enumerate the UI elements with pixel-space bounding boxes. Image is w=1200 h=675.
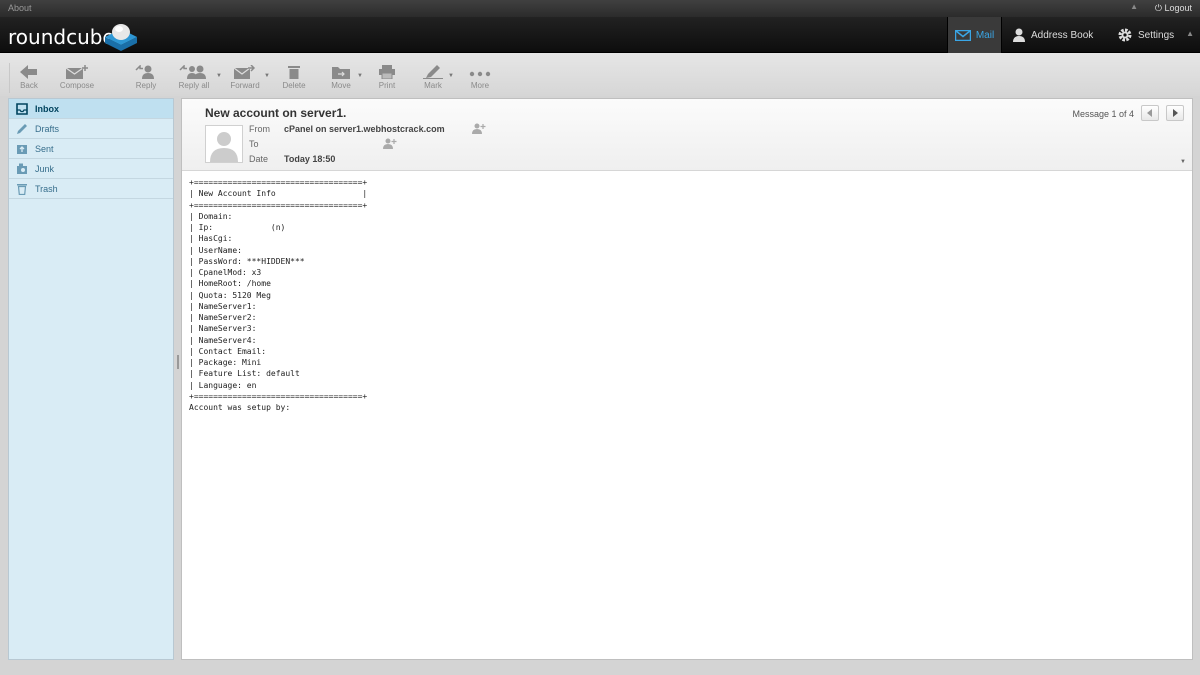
date-value: Today 18:50 (284, 154, 336, 164)
forward-label: Forward (230, 81, 260, 90)
move-dropdown-icon[interactable]: ▼ (357, 73, 363, 79)
add-contact-icon[interactable] (472, 123, 486, 134)
more-button[interactable]: More (468, 65, 492, 90)
reply-button[interactable]: Reply (132, 65, 160, 90)
avatar-placeholder-icon (210, 132, 238, 162)
reply-icon (135, 65, 154, 79)
message-counter: Message 1 of 4 (1072, 109, 1134, 119)
nav-address-book-label: Address Book (1031, 29, 1094, 41)
folder-sent[interactable]: Sent (9, 139, 173, 159)
compose-button[interactable]: Compose (56, 65, 98, 90)
reply-all-dropdown-icon[interactable]: ▼ (216, 73, 222, 79)
about-link[interactable]: About (8, 3, 32, 13)
reply-all-button[interactable]: Reply all ▼ (174, 65, 222, 90)
message-pane: New account on server1. From cPanel on s… (181, 98, 1193, 660)
more-dots-icon (469, 71, 491, 77)
envelope-icon (954, 29, 971, 41)
folder-junk[interactable]: Junk (9, 159, 173, 179)
folder-label: Sent (35, 143, 54, 154)
compose-icon (65, 65, 88, 79)
folder-label: Drafts (35, 123, 60, 134)
logout-label: Logout (1164, 3, 1192, 13)
trash-icon (288, 66, 300, 79)
folder-label: Inbox (35, 103, 59, 114)
pencil-icon (17, 124, 27, 134)
move-label: Move (331, 81, 351, 90)
folder-label: Junk (35, 163, 55, 174)
reply-all-icon (179, 65, 206, 79)
reply-all-label: Reply all (178, 81, 210, 90)
mark-pen-icon (423, 65, 443, 79)
mark-label: Mark (424, 81, 442, 90)
nav-settings-label: Settings (1138, 29, 1175, 41)
inbox-icon (16, 103, 28, 115)
forward-button[interactable]: Forward ▼ (228, 65, 270, 90)
nav-settings[interactable]: Settings (1117, 17, 1174, 53)
printer-icon (379, 65, 395, 79)
folder-list: Inbox Drafts Sent Junk Trash (8, 98, 174, 660)
forward-icon (233, 65, 256, 79)
gear-icon (1118, 28, 1132, 42)
back-button[interactable]: Back (15, 65, 43, 90)
compose-label: Compose (59, 81, 95, 90)
collapse-icon[interactable]: ▲ (1130, 2, 1138, 11)
sent-icon (17, 145, 27, 154)
chevron-down-icon[interactable]: ▼ (1180, 159, 1186, 165)
to-label: To (249, 139, 259, 149)
print-button[interactable]: Print (374, 65, 400, 90)
toolbar: Back Compose Reply Reply all ▼ Forward ▼… (0, 53, 1200, 96)
top-bar: About ▲ ⏻ Logout (0, 0, 1200, 17)
person-icon (1013, 28, 1025, 42)
junk-icon (17, 163, 27, 174)
nav-mail[interactable]: Mail (947, 17, 1002, 53)
folder-label: Trash (35, 183, 58, 194)
trash-icon (17, 184, 27, 195)
roundcube-logo-icon (105, 24, 137, 51)
back-arrow-icon (20, 65, 37, 79)
delete-button[interactable]: Delete (279, 65, 309, 90)
nav-address-book[interactable]: Address Book (1012, 17, 1093, 53)
folder-inbox[interactable]: Inbox (9, 99, 173, 119)
add-contact-icon[interactable] (383, 138, 397, 149)
mark-dropdown-icon[interactable]: ▼ (448, 73, 454, 79)
next-message-button[interactable] (1166, 105, 1184, 121)
logout-button[interactable]: ⏻ Logout (1155, 3, 1192, 14)
from-label: From (249, 124, 270, 134)
message-subject: New account on server1. (205, 106, 347, 120)
more-label: More (470, 81, 490, 90)
message-header: New account on server1. From cPanel on s… (182, 99, 1192, 171)
header: roundcube Mail Address Book Settings ▲ (0, 17, 1200, 53)
forward-dropdown-icon[interactable]: ▼ (264, 73, 270, 79)
avatar (205, 125, 243, 163)
nav-mail-label: Mail (975, 29, 995, 41)
mark-button[interactable]: Mark ▼ (420, 65, 454, 90)
folder-move-icon (332, 67, 350, 79)
folder-drafts[interactable]: Drafts (9, 119, 173, 139)
pane-splitter[interactable] (177, 355, 179, 369)
from-value[interactable]: cPanel on server1.webhostcrack.com (284, 124, 445, 134)
message-body: +===================================+ | … (189, 178, 368, 412)
toolbar-divider (9, 63, 10, 93)
power-icon: ⏻ (1154, 3, 1162, 13)
header-collapse-icon[interactable]: ▲ (1186, 29, 1194, 38)
logo-text: roundcube (8, 25, 115, 49)
move-button[interactable]: Move ▼ (327, 65, 363, 90)
delete-label: Delete (282, 81, 306, 90)
chevron-left-icon (1147, 109, 1152, 117)
reply-label: Reply (135, 81, 157, 90)
chevron-right-icon (1173, 109, 1178, 117)
previous-message-button[interactable] (1141, 105, 1159, 121)
print-label: Print (378, 81, 396, 90)
date-label: Date (249, 154, 269, 164)
back-label: Back (20, 81, 38, 90)
folder-trash[interactable]: Trash (9, 179, 173, 199)
